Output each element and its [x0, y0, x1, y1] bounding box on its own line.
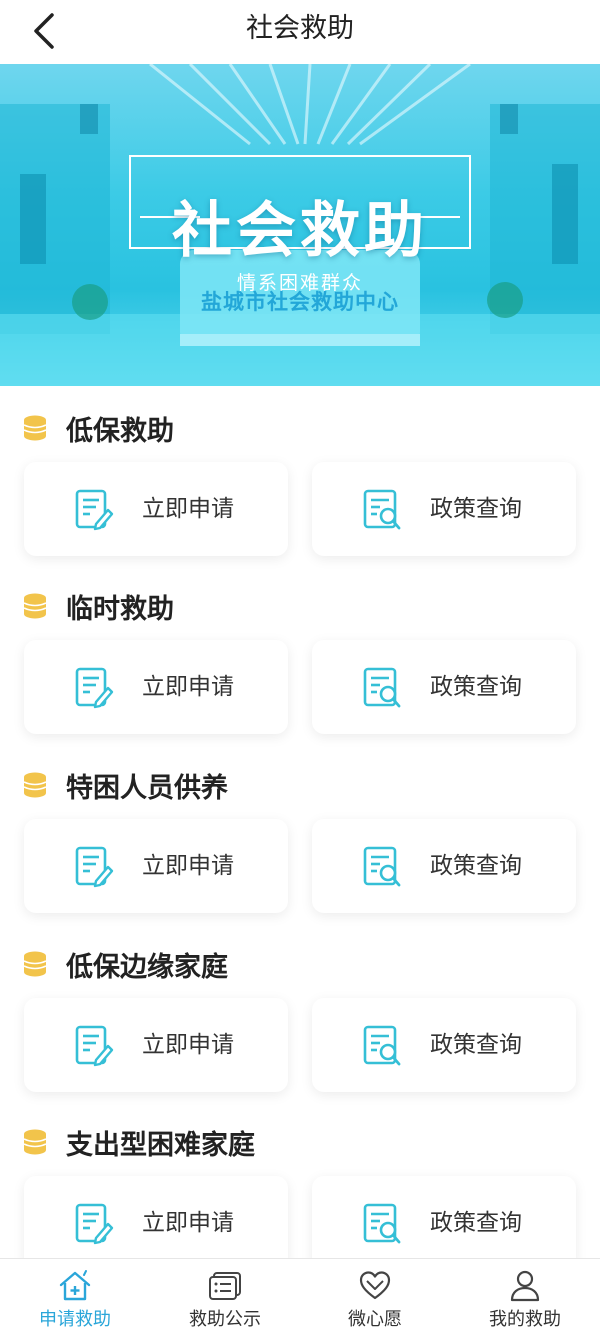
- section-header-tekun: 特困人员供养: [22, 765, 228, 805]
- policy-card-zhichu[interactable]: 政策查询: [312, 1176, 576, 1270]
- policy-search-icon: [363, 846, 401, 887]
- apply-card-tekun[interactable]: 立即申请: [24, 819, 288, 913]
- bottom-tab-bar: 申请救助 救助公示 微心愿 我的救助: [0, 1258, 600, 1336]
- policy-search-icon: [363, 1025, 401, 1066]
- section-title: 低保救助: [66, 415, 174, 447]
- coin-stack-icon: [23, 772, 47, 798]
- apply-label: 立即申请: [142, 1210, 234, 1236]
- tab-micro-wish[interactable]: 微心愿: [300, 1259, 450, 1336]
- banner-image: 社会救助 情系困难群众 盐城市社会救助中心: [0, 64, 600, 386]
- policy-label: 政策查询: [430, 674, 522, 700]
- section-header-linshi: 临时救助: [22, 586, 174, 626]
- coin-stack-icon: [23, 415, 47, 441]
- tab-apply-assistance[interactable]: 申请救助: [0, 1259, 150, 1336]
- apply-label: 立即申请: [142, 496, 234, 522]
- apply-label: 立即申请: [142, 1032, 234, 1058]
- section-header-dibao: 低保救助: [22, 408, 174, 448]
- tab-label: 微心愿: [348, 1309, 402, 1330]
- apply-label: 立即申请: [142, 853, 234, 879]
- coin-stack-icon: [23, 593, 47, 619]
- policy-label: 政策查询: [430, 1032, 522, 1058]
- policy-search-icon: [363, 489, 401, 530]
- policy-card-dibao[interactable]: 政策查询: [312, 462, 576, 556]
- apply-card-linshi[interactable]: 立即申请: [24, 640, 288, 734]
- policy-search-icon: [363, 667, 401, 708]
- section-title: 特困人员供养: [66, 772, 228, 804]
- apply-card-bianyuan[interactable]: 立即申请: [24, 998, 288, 1092]
- policy-label: 政策查询: [430, 1210, 522, 1236]
- policy-card-linshi[interactable]: 政策查询: [312, 640, 576, 734]
- tab-assistance-notice[interactable]: 救助公示: [150, 1259, 300, 1336]
- apply-card-zhichu[interactable]: 立即申请: [24, 1176, 288, 1270]
- heart-icon: [359, 1271, 391, 1300]
- tab-label: 申请救助: [39, 1309, 111, 1330]
- policy-label: 政策查询: [430, 853, 522, 879]
- policy-search-icon: [363, 1203, 401, 1244]
- section-header-bianyuan: 低保边缘家庭: [22, 944, 228, 984]
- apply-form-icon: [75, 1203, 114, 1245]
- section-title: 支出型困难家庭: [66, 1129, 255, 1161]
- banner-desk-label: 盐城市社会救助中心: [201, 290, 399, 314]
- coin-stack-icon: [23, 1129, 47, 1155]
- policy-card-tekun[interactable]: 政策查询: [312, 819, 576, 913]
- home-plus-icon: [59, 1270, 91, 1301]
- banner-title: 社会救助: [172, 196, 428, 266]
- apply-form-icon: [75, 667, 114, 709]
- apply-form-icon: [75, 846, 114, 888]
- coin-stack-icon: [23, 951, 47, 977]
- tab-label: 救助公示: [189, 1309, 261, 1330]
- top-bar: 社会救助: [0, 0, 600, 62]
- page-title: 社会救助: [246, 13, 354, 44]
- apply-form-icon: [75, 489, 114, 531]
- apply-form-icon: [75, 1025, 114, 1067]
- section-title: 临时救助: [66, 593, 174, 625]
- user-icon: [510, 1270, 540, 1302]
- apply-card-dibao[interactable]: 立即申请: [24, 462, 288, 556]
- apply-label: 立即申请: [142, 674, 234, 700]
- section-header-zhichu: 支出型困难家庭: [22, 1122, 255, 1162]
- tab-my-assistance[interactable]: 我的救助: [450, 1259, 600, 1336]
- policy-label: 政策查询: [430, 496, 522, 522]
- notice-board-icon: [209, 1272, 241, 1300]
- section-title: 低保边缘家庭: [66, 951, 228, 983]
- policy-card-bianyuan[interactable]: 政策查询: [312, 998, 576, 1092]
- tab-label: 我的救助: [489, 1309, 561, 1330]
